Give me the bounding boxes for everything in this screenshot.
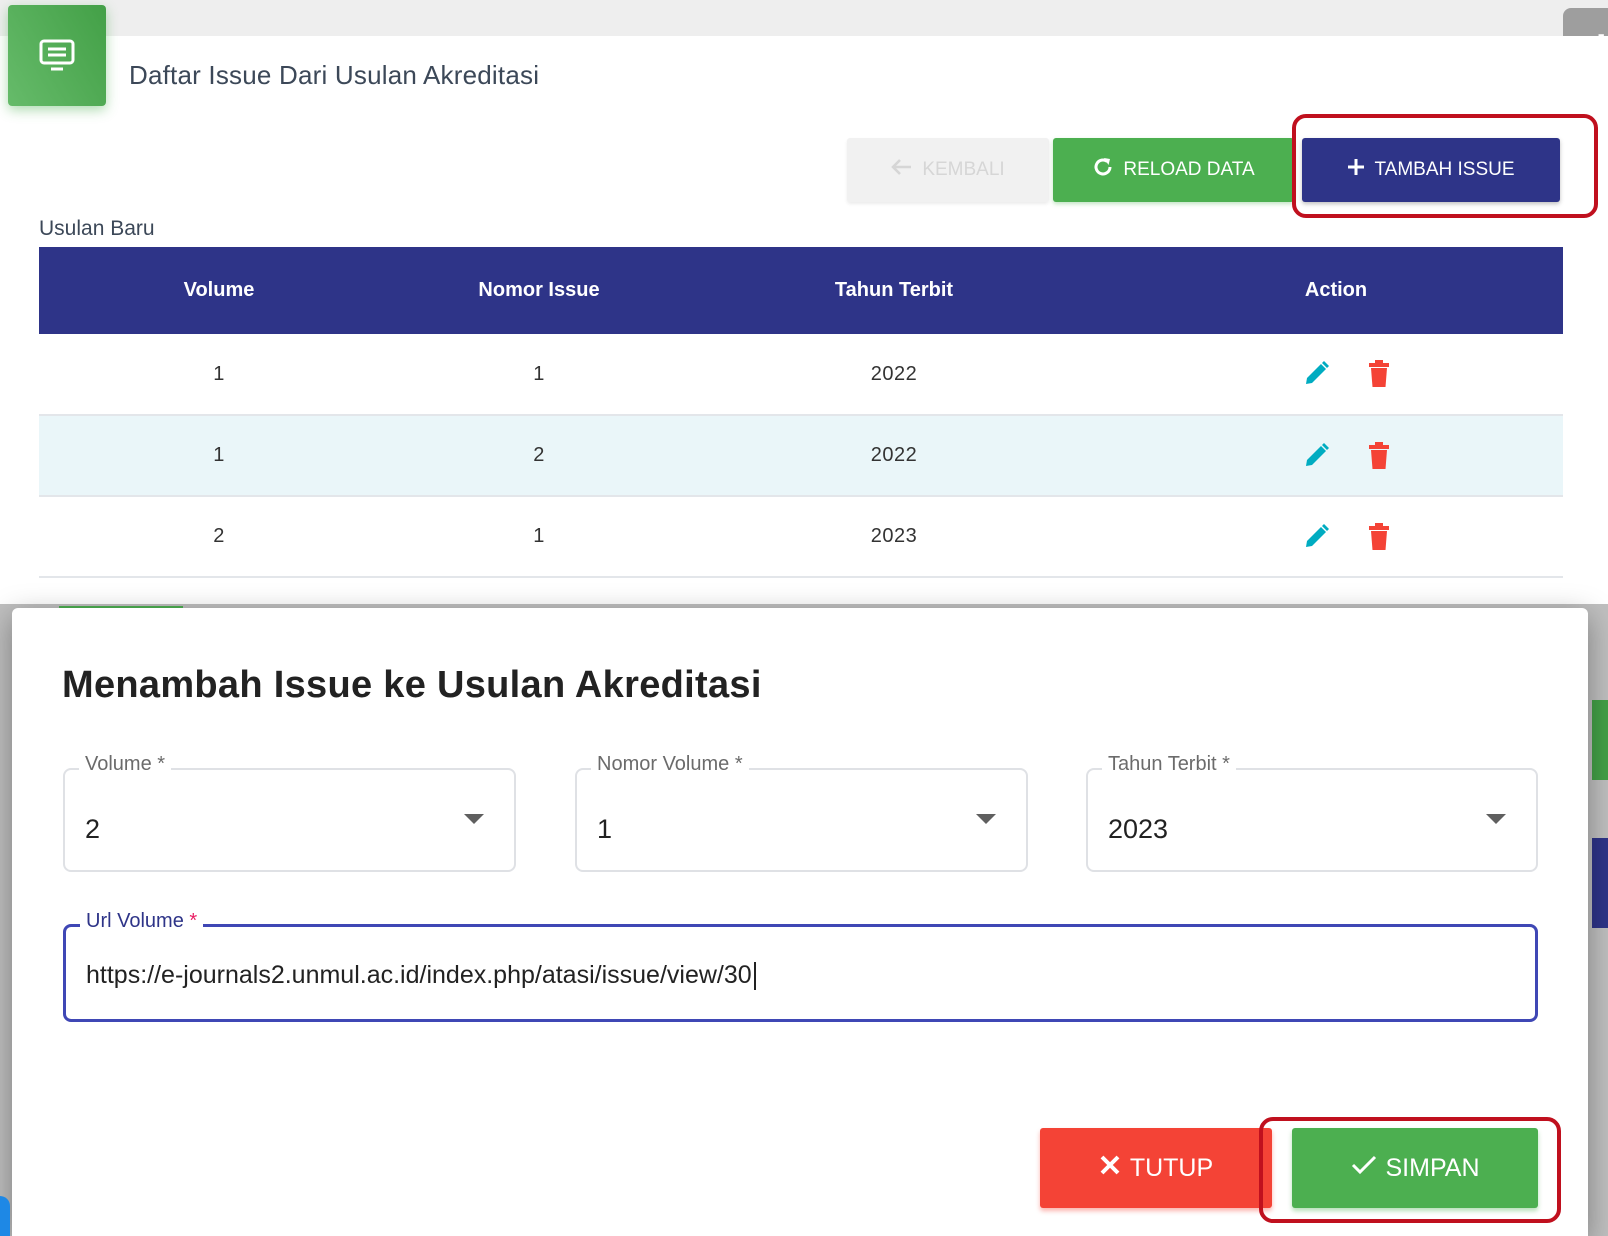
volume-select[interactable]: Volume * 2: [63, 753, 516, 872]
cell-tahun-terbit: 2023: [870, 525, 918, 547]
column-header-nomor-issue: Nomor Issue: [478, 279, 600, 301]
tahun-terbit-select[interactable]: Tahun Terbit * 2023: [1086, 753, 1538, 872]
volume-label: Volume *: [79, 753, 172, 776]
left-accent: [0, 1196, 10, 1236]
back-button[interactable]: KEMBALI: [847, 138, 1049, 202]
issue-table: Volume Nomor Issue Tahun Terbit Action 1…: [39, 247, 1563, 578]
cell-volume: 1: [213, 444, 225, 466]
top-strip: [0, 0, 1608, 36]
column-header-volume: Volume: [183, 279, 255, 301]
delete-trash-icon[interactable]: [1368, 522, 1390, 551]
url-volume-input[interactable]: Url Volume * https://e-journals2.unmul.a…: [63, 910, 1538, 1022]
arrow-left-icon: [891, 158, 913, 182]
close-button-label: TUTUP: [1129, 1153, 1214, 1182]
cell-nomor-issue: 1: [533, 525, 545, 547]
page-title: Daftar Issue Dari Usulan Akreditasi: [129, 60, 540, 90]
cell-nomor-issue: 2: [533, 444, 545, 466]
edit-pencil-icon[interactable]: [1302, 523, 1330, 551]
delete-trash-icon[interactable]: [1368, 441, 1390, 470]
table-row: 1 1 2022: [39, 334, 1563, 415]
tahun-terbit-value: 2023: [1108, 814, 1169, 844]
cell-tahun-terbit: 2022: [870, 362, 918, 385]
close-button[interactable]: TUTUP: [1040, 1128, 1272, 1208]
check-icon: [1351, 1154, 1377, 1183]
url-volume-value: https://e-journals2.unmul.ac.id/index.ph…: [86, 961, 756, 991]
reload-icon: [1092, 156, 1114, 184]
reload-data-button[interactable]: RELOAD DATA: [1053, 138, 1294, 202]
cell-volume: 1: [213, 362, 225, 385]
plus-icon: [1347, 158, 1365, 182]
nomor-volume-select[interactable]: Nomor Volume * 1: [575, 753, 1028, 872]
dialog-title: Menambah Issue ke Usulan Akreditasi: [62, 664, 762, 706]
cell-nomor-issue: 1: [533, 362, 545, 385]
close-x-icon: [1099, 1154, 1121, 1183]
add-issue-button[interactable]: TAMBAH ISSUE: [1302, 138, 1560, 202]
cell-tahun-terbit: 2022: [870, 444, 918, 466]
add-issue-label: TAMBAH ISSUE: [1374, 159, 1515, 180]
url-volume-label: Url Volume *: [80, 910, 204, 933]
back-button-label: KEMBALI: [922, 159, 1005, 180]
monitor-list-icon: [8, 5, 106, 106]
section-label: Usulan Baru: [39, 217, 155, 240]
edit-pencil-icon[interactable]: [1302, 360, 1330, 388]
cell-action: [1109, 334, 1563, 415]
nomor-volume-label: Nomor Volume *: [591, 753, 749, 776]
backdrop-blue-edge: [1592, 838, 1608, 928]
save-button[interactable]: SIMPAN: [1292, 1128, 1538, 1208]
chevron-down-icon: [464, 814, 484, 824]
table-row: 1 2 2022: [39, 415, 1563, 496]
add-issue-dialog: Menambah Issue ke Usulan Akreditasi Volu…: [12, 608, 1588, 1236]
edit-pencil-icon[interactable]: [1302, 442, 1330, 470]
table-header-row: Volume Nomor Issue Tahun Terbit Action: [39, 247, 1563, 334]
table-row: 2 1 2023: [39, 496, 1563, 577]
text-cursor: [753, 962, 756, 991]
delete-trash-icon[interactable]: [1368, 360, 1390, 388]
column-header-action: Action: [1304, 279, 1368, 301]
save-button-label: SIMPAN: [1385, 1153, 1480, 1182]
cell-action: [1109, 415, 1563, 496]
chevron-down-icon: [976, 814, 996, 824]
chevron-down-icon: [1486, 814, 1506, 824]
reload-data-label: RELOAD DATA: [1123, 159, 1255, 180]
cell-volume: 2: [213, 525, 225, 547]
column-header-tahun-terbit: Tahun Terbit: [834, 279, 954, 301]
cell-action: [1109, 496, 1563, 577]
volume-value: 2: [85, 814, 101, 844]
tahun-terbit-label: Tahun Terbit *: [1102, 753, 1236, 776]
nomor-volume-value: 1: [597, 814, 613, 844]
backdrop-green-edge: [1592, 700, 1608, 780]
